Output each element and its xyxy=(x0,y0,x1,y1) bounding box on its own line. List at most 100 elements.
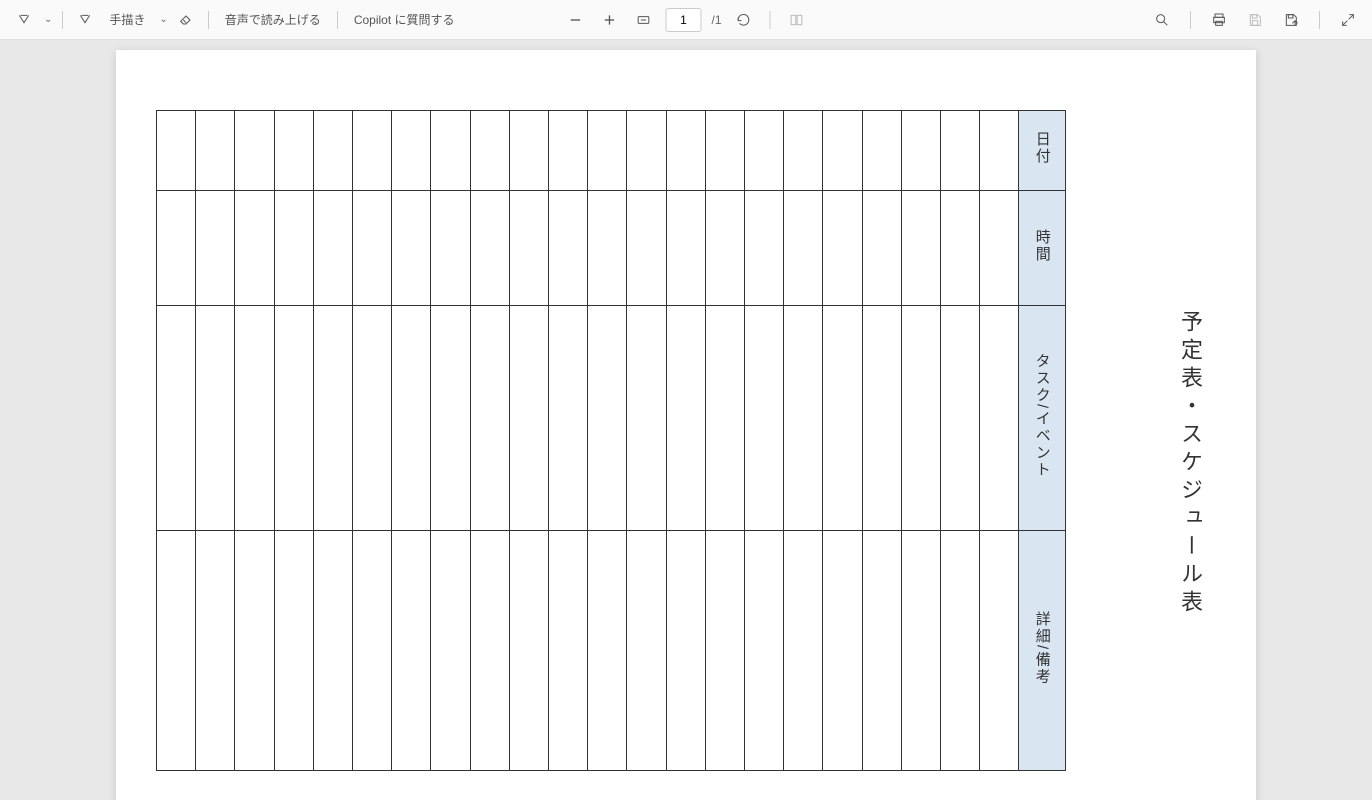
table-container: 日付時間タスク/イベント詳細/備考 xyxy=(156,110,1144,790)
zoom-in-icon[interactable] xyxy=(597,8,621,32)
table-cell xyxy=(745,191,784,306)
table-cell xyxy=(627,191,666,306)
separator xyxy=(1319,11,1320,29)
separator xyxy=(337,11,338,29)
eraser-icon[interactable] xyxy=(174,8,198,32)
page-total: /1 xyxy=(711,13,721,27)
table-cell xyxy=(274,531,313,771)
table-cell xyxy=(157,306,196,531)
table-cell xyxy=(196,191,235,306)
table-cell xyxy=(274,191,313,306)
table-cell xyxy=(235,531,274,771)
table-cell xyxy=(823,306,862,531)
table-cell xyxy=(509,531,548,771)
table-cell xyxy=(196,111,235,191)
table-cell xyxy=(509,191,548,306)
table-cell xyxy=(509,111,548,191)
table-cell xyxy=(901,306,940,531)
header-cell-time: 時間 xyxy=(1019,191,1066,306)
page-number-input[interactable] xyxy=(665,8,701,32)
zoom-out-icon[interactable] xyxy=(563,8,587,32)
table-cell xyxy=(745,531,784,771)
separator xyxy=(62,11,63,29)
fullscreen-icon[interactable] xyxy=(1336,8,1360,32)
table-cell xyxy=(313,531,352,771)
save-as-icon[interactable] xyxy=(1279,8,1303,32)
table-cell xyxy=(823,531,862,771)
header-label: 日付 xyxy=(1032,131,1053,165)
table-cell xyxy=(470,306,509,531)
read-aloud-button[interactable]: 音声で読み上げる xyxy=(219,7,327,32)
table-cell xyxy=(901,191,940,306)
header-label: 詳細/備考 xyxy=(1032,611,1053,685)
table-cell xyxy=(862,306,901,531)
table-cell xyxy=(901,531,940,771)
table-cell xyxy=(823,111,862,191)
table-cell xyxy=(588,531,627,771)
table-cell xyxy=(705,191,744,306)
table-cell xyxy=(431,306,470,531)
table-cell xyxy=(627,306,666,531)
table-cell xyxy=(235,111,274,191)
schedule-table: 日付時間タスク/イベント詳細/備考 xyxy=(156,110,1066,771)
table-cell xyxy=(235,191,274,306)
search-icon[interactable] xyxy=(1150,8,1174,32)
chevron-down-icon[interactable]: ⌄ xyxy=(159,14,167,25)
table-cell xyxy=(392,306,431,531)
table-cell xyxy=(823,191,862,306)
header-cell-detail: 詳細/備考 xyxy=(1019,531,1066,771)
table-cell xyxy=(313,191,352,306)
table-row: 時間 xyxy=(157,191,1066,306)
table-cell xyxy=(980,306,1019,531)
fit-page-icon[interactable] xyxy=(631,8,655,32)
table-cell xyxy=(862,531,901,771)
print-icon[interactable] xyxy=(1207,8,1231,32)
toolbar-left: ⌄ 手描き ⌄ 音声で読み上げる Copilot に質問する xyxy=(12,7,461,32)
header-label: タスク/イベント xyxy=(1032,353,1053,478)
toolbar: ⌄ 手描き ⌄ 音声で読み上げる Copilot に質問する xyxy=(0,0,1372,40)
table-cell xyxy=(313,306,352,531)
table-cell xyxy=(353,111,392,191)
page-view-icon xyxy=(785,8,809,32)
rotate-icon[interactable] xyxy=(732,8,756,32)
table-cell xyxy=(196,306,235,531)
table-cell xyxy=(274,111,313,191)
copilot-button[interactable]: Copilot に質問する xyxy=(348,7,461,32)
document-title: 予定表・スケジュール表 xyxy=(1174,310,1206,790)
table-cell xyxy=(353,531,392,771)
table-cell xyxy=(941,531,980,771)
table-cell xyxy=(980,111,1019,191)
table-cell xyxy=(470,111,509,191)
table-cell xyxy=(353,306,392,531)
table-cell xyxy=(588,111,627,191)
table-cell xyxy=(941,306,980,531)
table-cell xyxy=(627,531,666,771)
table-cell xyxy=(980,191,1019,306)
chevron-down-icon[interactable]: ⌄ xyxy=(44,14,52,25)
table-cell xyxy=(431,111,470,191)
table-cell xyxy=(705,111,744,191)
document-area[interactable]: 日付時間タスク/イベント詳細/備考 予定表・スケジュール表 xyxy=(0,40,1372,800)
table-cell xyxy=(745,111,784,191)
pen-icon[interactable] xyxy=(73,8,97,32)
document-page: 日付時間タスク/イベント詳細/備考 予定表・スケジュール表 xyxy=(116,50,1256,800)
table-cell xyxy=(392,111,431,191)
table-cell xyxy=(705,306,744,531)
handwriting-button[interactable]: 手描き xyxy=(103,7,151,32)
table-cell xyxy=(549,306,588,531)
table-cell xyxy=(392,191,431,306)
table-cell xyxy=(549,531,588,771)
table-cell xyxy=(313,111,352,191)
table-cell xyxy=(274,306,313,531)
separator xyxy=(1190,11,1191,29)
table-cell xyxy=(862,111,901,191)
table-cell xyxy=(588,191,627,306)
highlighter-icon[interactable] xyxy=(12,8,36,32)
table-cell xyxy=(901,111,940,191)
table-cell xyxy=(784,111,823,191)
table-cell xyxy=(941,111,980,191)
table-cell xyxy=(666,111,705,191)
toolbar-center: /1 xyxy=(563,8,808,32)
table-cell xyxy=(470,531,509,771)
header-cell-date: 日付 xyxy=(1019,111,1066,191)
